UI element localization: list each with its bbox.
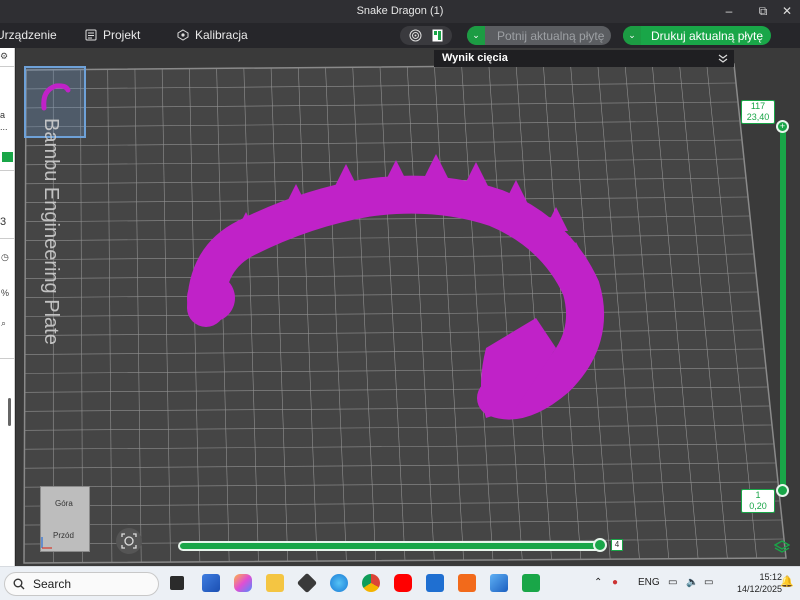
menu-calibration[interactable]: Kalibracja	[177, 28, 248, 42]
layer-bottom-number: 1	[755, 490, 761, 500]
tray-network-icon[interactable]: ▭	[668, 577, 677, 588]
menu-calibration-label: Kalibracja	[195, 28, 248, 42]
left-settings-panel: ⚙ a ... 3 ◷ % ⌕	[0, 48, 15, 566]
settings-gear-icon[interactable]: ⚙	[0, 51, 8, 62]
slice-result-title: Wynik cięcia	[442, 52, 508, 64]
layer-slider-top-handle[interactable]: +	[776, 120, 789, 133]
taskbar-search-box[interactable]: Search	[4, 572, 159, 596]
volume-icon[interactable]: 🔈	[686, 577, 698, 588]
notifications-icon[interactable]: 🔔	[780, 575, 794, 588]
axis-gizmo-icon	[41, 537, 52, 549]
filament-color-swatch[interactable]	[2, 152, 13, 162]
chrome-icon[interactable]	[362, 574, 380, 592]
view-cube-front-label: Przód	[53, 531, 74, 540]
view-cube[interactable]: Góra Przód	[40, 486, 90, 552]
settings-clock-icon[interactable]: ◷	[1, 252, 9, 263]
calibration-icon	[177, 29, 189, 41]
microsoft-store-icon[interactable]	[202, 574, 220, 592]
layers-icon[interactable]	[774, 539, 790, 555]
clock[interactable]: 15:12 14/12/2025	[737, 571, 782, 595]
panel-text-fragment: ...	[0, 122, 8, 132]
panel-text-fragment: a	[0, 110, 6, 120]
plate-label: Bambu Engineering Plate	[16, 118, 62, 345]
window-title: Snake Dragon (1)	[356, 5, 444, 17]
move-slider-value: 4	[611, 539, 623, 551]
youtube-icon[interactable]	[394, 574, 412, 592]
view-toggle-group	[400, 26, 452, 45]
build-plate-canvas	[23, 63, 787, 564]
print-plate-label: Drukuj aktualną płytę	[651, 28, 764, 43]
task-view-icon[interactable]	[170, 576, 184, 590]
panel-number-fragment: 3	[0, 216, 7, 228]
layer-bottom-readout: 1 0,20	[741, 489, 775, 513]
plate-layout-icon[interactable]	[432, 29, 443, 42]
collapse-chevron-icon[interactable]	[718, 54, 728, 63]
move-slider-handle[interactable]	[593, 538, 607, 552]
fusion-icon[interactable]	[458, 574, 476, 592]
file-explorer-icon[interactable]	[266, 574, 284, 592]
menu-bar: Urządzenie Projekt Kalibracja ⌄ Potnij a…	[0, 23, 800, 48]
menu-device[interactable]: Urządzenie	[0, 28, 57, 42]
minimize-button[interactable]: –	[718, 2, 740, 20]
copilot-icon[interactable]	[234, 574, 252, 592]
view-cube-top-label: Góra	[55, 499, 73, 508]
fit-view-button[interactable]	[116, 528, 142, 554]
app-icon[interactable]	[426, 574, 444, 592]
panel-scrollbar[interactable]	[8, 398, 11, 426]
menu-project[interactable]: Projekt	[85, 28, 140, 42]
project-icon	[85, 29, 97, 41]
slice-plate-label: Potnij aktualną płytę	[497, 28, 605, 43]
print-plate-button[interactable]: ⌄ Drukuj aktualną płytę	[623, 26, 771, 45]
layer-slider-bottom-handle[interactable]	[776, 484, 789, 497]
slice-dropdown-chevron-icon[interactable]: ⌄	[467, 26, 485, 45]
clock-time: 15:12	[759, 572, 783, 582]
bambu-studio-icon[interactable]	[296, 572, 318, 594]
close-button[interactable]: ✕	[776, 2, 798, 20]
menu-project-label: Projekt	[103, 28, 141, 42]
layer-top-number: 117	[750, 101, 766, 111]
language-indicator[interactable]: ENG	[638, 577, 660, 588]
layer-bottom-height: 0,20	[749, 501, 767, 511]
tray-chevron-up-icon[interactable]: ⌃	[594, 577, 602, 588]
3d-viewport[interactable]: Bambu Engineering Plate Wynik cięcia + 1…	[16, 48, 800, 566]
search-placeholder: Search	[33, 577, 72, 591]
title-bar: Snake Dragon (1) – ⧉ ✕	[0, 0, 800, 23]
windows-taskbar: Search ⌃ ● ENG ▭ 🔈 ▭ 15:12 14/12/2025 🔔	[0, 566, 800, 600]
menu-device-label: Urządzenie	[0, 28, 57, 42]
paint-icon[interactable]	[490, 574, 508, 592]
move-slider-track[interactable]	[178, 541, 606, 551]
print-dropdown-chevron-icon[interactable]: ⌄	[623, 26, 641, 45]
slice-result-panel[interactable]: Wynik cięcia	[434, 50, 734, 67]
clock-date: 14/12/2025	[737, 584, 783, 594]
search-icon	[13, 578, 25, 590]
slice-plate-button[interactable]: ⌄ Potnij aktualną płytę	[467, 26, 611, 45]
preview-icon[interactable]	[409, 29, 422, 42]
tray-app-icon[interactable]: ●	[612, 577, 618, 588]
layer-top-readout: 117 23,40	[741, 100, 775, 124]
settings-percent-icon[interactable]: %	[1, 288, 9, 298]
orca-slicer-icon[interactable]	[522, 574, 540, 592]
layer-slider-track[interactable]	[780, 125, 786, 491]
layer-top-height: 23,40	[746, 112, 770, 122]
restore-button[interactable]: ⧉	[752, 2, 774, 20]
fit-view-icon	[121, 533, 137, 549]
settings-search-icon[interactable]: ⌕	[1, 318, 6, 329]
edge-icon[interactable]	[330, 574, 348, 592]
battery-icon[interactable]: ▭	[704, 577, 713, 588]
